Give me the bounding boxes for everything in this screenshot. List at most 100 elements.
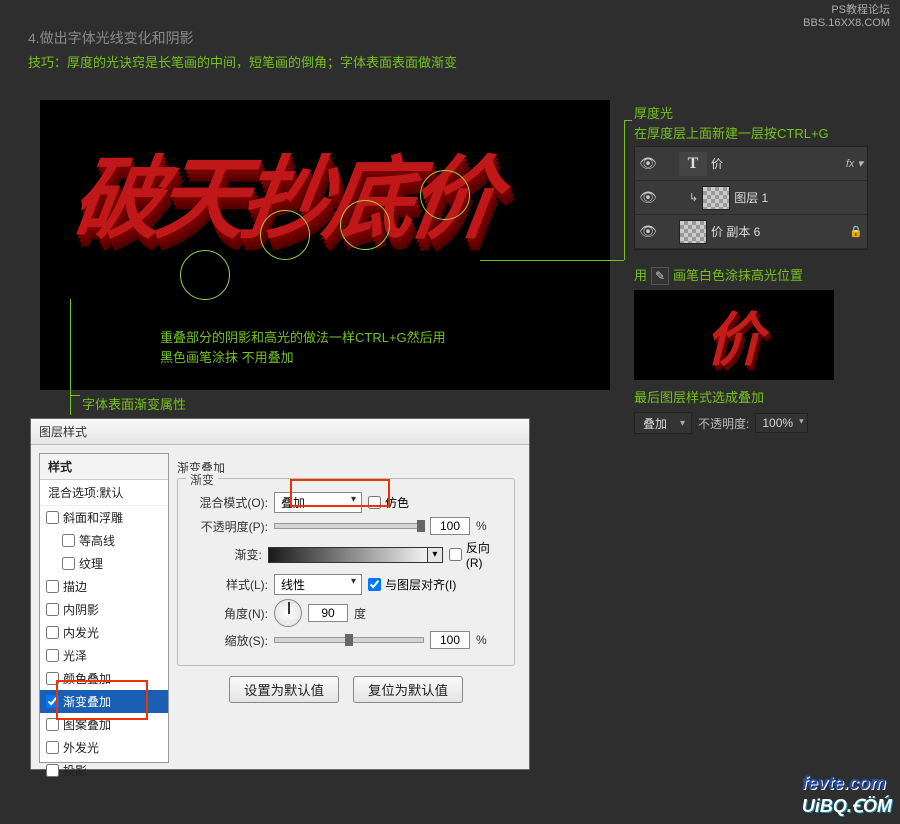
preview-text: 价 — [705, 293, 763, 377]
annotation-circle-4 — [420, 170, 470, 220]
scale-row-label: 缩放(S): — [190, 632, 268, 649]
angle-dial[interactable] — [274, 599, 302, 627]
annotation-overlap: 重叠部分的阴影和高光的做法一样CTRL+G然后用 黑色画笔涂抹 不用叠加 — [160, 328, 446, 367]
style-coloroverlay-check[interactable] — [46, 672, 59, 685]
layer-name-3: 价 副本 6 — [711, 223, 845, 240]
opacity-slider[interactable] — [274, 523, 424, 529]
text3d-sample: 破天抄底价 — [53, 160, 598, 340]
gradient-dropdown-icon[interactable]: ▾ — [427, 547, 443, 563]
style-innershadow[interactable]: 内阴影 — [40, 598, 168, 621]
wm-top-line1: PS教程论坛 — [803, 4, 890, 17]
style-list: 样式 混合选项:默认 斜面和浮雕 等高线 纹理 描边 内阴影 内发光 光泽 颜色… — [39, 453, 169, 763]
visibility-icon[interactable]: 👁 — [639, 189, 657, 206]
gradient-swatch[interactable] — [268, 547, 428, 563]
style-gradoverlay[interactable]: 渐变叠加 — [40, 690, 168, 713]
opacity-label: 不透明度: — [698, 415, 749, 432]
scale-slider[interactable] — [274, 637, 424, 643]
fx-indicator-icon[interactable]: fx ▾ — [846, 157, 863, 170]
blendmode-bar: 叠加 不透明度: 100% — [634, 412, 808, 434]
top-watermark: PS教程论坛 BBS.16XX8.COM — [803, 4, 890, 30]
layer-row-copy[interactable]: 👁 价 副本 6 🔒 — [635, 215, 867, 249]
opacity-input[interactable]: 100 — [430, 517, 470, 535]
layer-row-clipped[interactable]: 👁 ↳ 图层 1 — [635, 181, 867, 215]
guide-line-left — [70, 299, 71, 415]
dialog-title: 图层样式 — [31, 419, 529, 445]
style-dropshadow-check[interactable] — [46, 764, 59, 777]
style-bevel-check[interactable] — [46, 511, 59, 524]
style-dropshadow[interactable]: 投影 — [40, 759, 168, 782]
opacity-row-label: 不透明度(P): — [190, 518, 268, 535]
blendmode-select-ls[interactable]: 叠加 — [274, 492, 362, 513]
dither-checkbox[interactable]: 仿色 — [368, 494, 409, 511]
style-patternoverlay[interactable]: 图案叠加 — [40, 713, 168, 736]
lock-icon[interactable]: 🔒 — [849, 225, 863, 238]
annotation-brush-prefix: 用 — [634, 266, 647, 286]
annotation-brush: 用 ✎ 画笔白色涂抹高光位置 — [634, 266, 803, 286]
step-title: 4.做出字体光线变化和阴影 — [28, 28, 194, 48]
annotation-newlayer: 在厚度层上面新建一层按CTRL+G — [634, 124, 829, 144]
style-stroke[interactable]: 描边 — [40, 575, 168, 598]
layer-row-text[interactable]: 👁 T 价 fx ▾ — [635, 147, 867, 181]
blendmode-label: 混合模式(O): — [190, 494, 268, 511]
layer-style-dialog: 图层样式 样式 混合选项:默认 斜面和浮雕 等高线 纹理 描边 内阴影 内发光 … — [30, 418, 530, 770]
reverse-checkbox[interactable]: 反向(R) — [449, 539, 502, 570]
blendmode-select[interactable]: 叠加 — [634, 412, 692, 434]
fieldset-legend: 渐变 — [186, 471, 218, 488]
slider-thumb[interactable] — [417, 520, 425, 532]
wm-bottom-2: UiBQ.ꞒÖḾ — [802, 794, 892, 818]
style-stroke-check[interactable] — [46, 580, 59, 593]
style-bevel[interactable]: 斜面和浮雕 — [40, 506, 168, 529]
style-innerglow-check[interactable] — [46, 626, 59, 639]
layer-name-2: 图层 1 — [734, 189, 863, 206]
annotation-circle-2 — [260, 210, 310, 260]
gradient-style-select[interactable]: 线性 — [274, 574, 362, 595]
guide-line-right — [624, 120, 625, 260]
guide-line-right-bottom — [480, 260, 624, 261]
layer-thumbnail — [679, 220, 707, 244]
annotation-circle-3 — [340, 200, 390, 250]
set-default-button[interactable]: 设置为默认值 — [229, 676, 339, 703]
align-checkbox[interactable]: 与图层对齐(I) — [368, 576, 456, 593]
brush-icon[interactable]: ✎ — [651, 267, 669, 285]
layer-thumbnail — [702, 186, 730, 210]
style-innershadow-check[interactable] — [46, 603, 59, 616]
style-satin[interactable]: 光泽 — [40, 644, 168, 667]
style-satin-check[interactable] — [46, 649, 59, 662]
annotation-thickness: 厚度光 — [634, 104, 673, 124]
annotation-finalstyle: 最后图层样式选成叠加 — [634, 388, 764, 408]
wm-bottom-1: fevte.com — [802, 773, 892, 794]
angle-row-label: 角度(N): — [190, 605, 268, 622]
text-layer-icon: T — [679, 152, 707, 176]
style-outerglow-check[interactable] — [46, 741, 59, 754]
style-gradoverlay-check[interactable] — [46, 695, 59, 708]
style-patternoverlay-check[interactable] — [46, 718, 59, 731]
small-3d-preview: 价 — [634, 290, 834, 380]
visibility-icon[interactable]: 👁 — [639, 155, 657, 172]
style-coloroverlay[interactable]: 颜色叠加 — [40, 667, 168, 690]
style-texture[interactable]: 纹理 — [40, 552, 168, 575]
group-title: 渐变叠加 — [177, 459, 515, 476]
reset-default-button[interactable]: 复位为默认值 — [353, 676, 463, 703]
bottom-watermark: fevte.com UiBQ.ꞒÖḾ — [802, 773, 892, 818]
pct-label: % — [476, 519, 487, 533]
gradient-row-label: 渐变: — [190, 546, 262, 563]
angle-input[interactable]: 90 — [308, 604, 348, 622]
annotation-overlap-l1: 重叠部分的阴影和高光的做法一样CTRL+G然后用 — [160, 328, 446, 348]
style-texture-check[interactable] — [62, 557, 75, 570]
style-innerglow[interactable]: 内发光 — [40, 621, 168, 644]
annotation-circle-1 — [180, 250, 230, 300]
annotation-gradient-property: 字体表面渐变属性 — [82, 395, 186, 415]
styles-header[interactable]: 样式 — [40, 454, 168, 480]
visibility-icon[interactable]: 👁 — [639, 223, 657, 240]
blend-defaults[interactable]: 混合选项:默认 — [40, 480, 168, 506]
slider-thumb[interactable] — [345, 634, 353, 646]
style-outerglow[interactable]: 外发光 — [40, 736, 168, 759]
scale-input[interactable]: 100 — [430, 631, 470, 649]
guide-line-right-top — [624, 120, 632, 121]
style-row-label: 样式(L): — [190, 576, 268, 593]
style-contour[interactable]: 等高线 — [40, 529, 168, 552]
wm-top-line2: BBS.16XX8.COM — [803, 17, 890, 30]
layer-name-1: 价 — [711, 155, 842, 172]
opacity-value[interactable]: 100% — [755, 413, 808, 433]
style-contour-check[interactable] — [62, 534, 75, 547]
